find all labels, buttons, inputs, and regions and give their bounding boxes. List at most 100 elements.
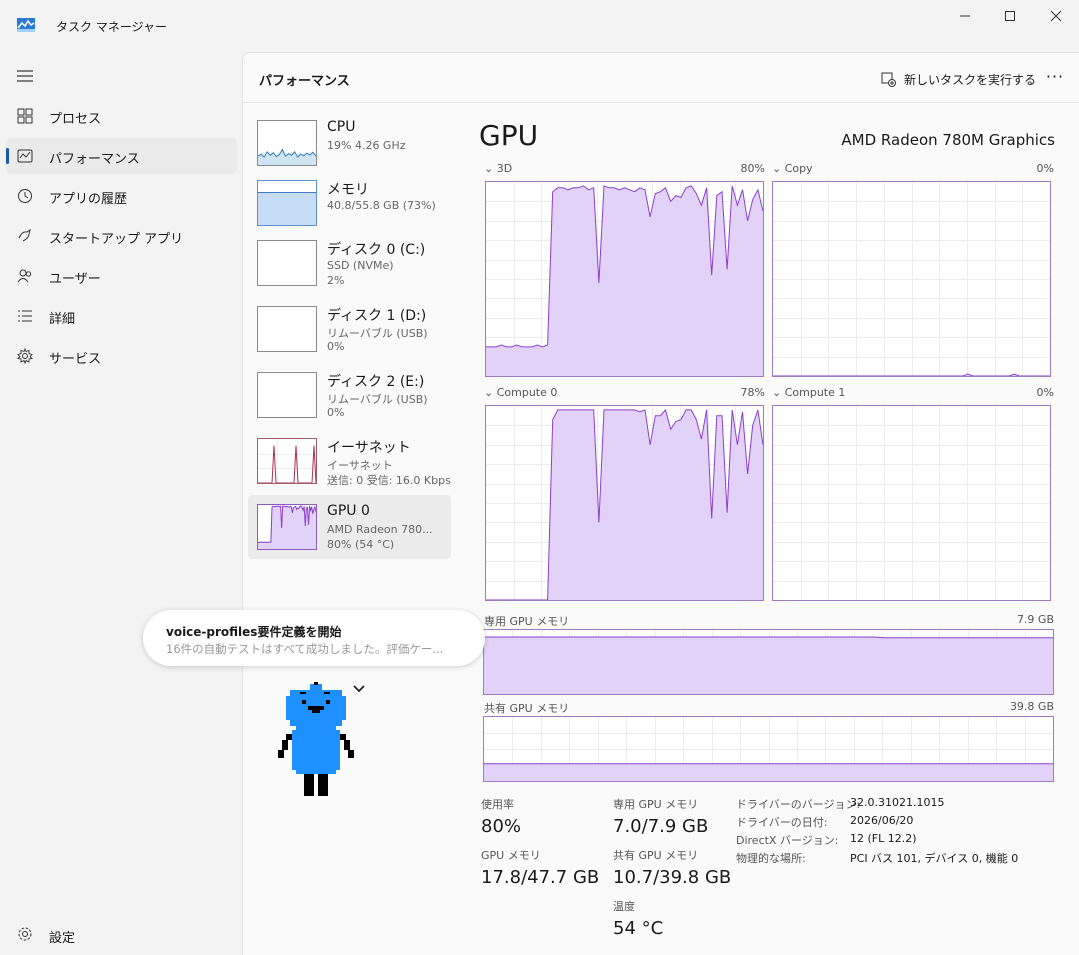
ethernet-thumbnail-graph — [258, 439, 316, 483]
engine-3d-selector[interactable]: ⌄ 3D — [484, 162, 512, 175]
active-indicator — [6, 148, 9, 164]
shared-memory-label: 共有 GPU メモリ — [484, 702, 570, 715]
history-icon — [18, 189, 32, 203]
device-name: CPU — [327, 119, 356, 135]
performance-icon — [17, 149, 33, 163]
gpu-title: GPU — [479, 119, 539, 152]
page-title: パフォーマンス — [259, 74, 350, 89]
ethernet-thumb-area — [258, 446, 316, 483]
chevron-down-icon[interactable] — [352, 684, 366, 694]
device-item-ethernet[interactable]: イーサネット イーサネット 送信: 0 受信: 16.0 Kbps — [248, 429, 451, 493]
maximize-button[interactable] — [987, 4, 1033, 28]
driver-date-value: 2026/06/20 — [850, 814, 914, 827]
main-header: パフォーマンス 新しいタスクを実行する ··· — [243, 53, 1079, 103]
driver-version-label: ドライバーのバージョン: — [736, 798, 861, 811]
engine-compute-1-label: Compute 1 — [784, 386, 846, 399]
notification-body: 16件の自動テストはすべて成功しました。評価ケー... — [166, 642, 444, 656]
engine-compute-1-value: 0% — [1036, 386, 1054, 399]
sidebar-item-label: スタートアップ アプリ — [49, 232, 184, 247]
sidebar-item-app-history[interactable]: アプリの履歴 — [6, 178, 237, 214]
device-name: ディスク 1 (D:) — [327, 308, 427, 324]
gpu-thumbnail-graph — [258, 505, 316, 549]
dedicated-memory-stat-value: 7.0/7.9 GB — [613, 816, 709, 837]
sidebar-item-settings[interactable]: 設定 — [6, 915, 237, 951]
device-detail: リムーバブル (USB) — [327, 393, 428, 406]
engine-compute-0-selector[interactable]: ⌄ Compute 0 — [484, 386, 557, 399]
disk-0-thumbnail — [257, 240, 317, 286]
device-item-disk-0[interactable]: ディスク 0 (C:) SSD (NVMe) 2% — [248, 231, 451, 295]
directx-version-label: DirectX バージョン: — [736, 834, 839, 847]
notification-toast[interactable]: voice-profiles要件定義を開始 16件の自動テストはすべて成功しまし… — [143, 610, 485, 666]
sidebar-item-users[interactable]: ユーザー — [6, 258, 237, 294]
device-detail: イーサネット — [327, 459, 393, 472]
graph-shared-memory — [483, 716, 1054, 782]
list-icon — [18, 310, 32, 322]
device-detail: 送信: 0 受信: 16.0 Kbps — [327, 474, 451, 487]
device-item-gpu-0[interactable]: GPU 0 AMD Radeon 780... 80% (54 °C) — [248, 495, 451, 559]
cpu-thumbnail — [257, 120, 317, 166]
memory-thumbnail-fill — [258, 192, 316, 225]
graph-3d-plot — [486, 182, 763, 376]
gear-icon — [18, 927, 32, 941]
engine-3d-label: 3D — [496, 162, 513, 175]
graph-compute-0 — [485, 405, 764, 601]
ethernet-thumbnail — [257, 438, 317, 484]
gpu-model-name: AMD Radeon 780M Graphics — [841, 131, 1055, 149]
ethernet-thumb-line — [258, 445, 316, 483]
gpu-memory-stat-label: GPU メモリ — [481, 849, 541, 862]
device-detail: 0% — [327, 406, 345, 419]
shared-memory-max: 39.8 GB — [1009, 700, 1054, 713]
graph-compute-1 — [772, 405, 1051, 601]
temperature-label: 温度 — [613, 900, 635, 913]
sidebar-item-label: パフォーマンス — [49, 152, 140, 167]
device-item-disk-1[interactable]: ディスク 1 (D:) リムーバブル (USB) 0% — [248, 297, 451, 361]
device-detail: 40.8/55.8 GB (73%) — [327, 199, 436, 212]
sidebar-item-processes[interactable]: プロセス — [6, 98, 237, 134]
engine-compute-1-selector[interactable]: ⌄ Compute 1 — [772, 386, 845, 399]
series-compute-0-area — [486, 409, 763, 600]
physical-location-label: 物理的な場所: — [736, 852, 806, 865]
graph-dedicated-memory — [483, 629, 1054, 695]
notification-title: voice-profiles要件定義を開始 — [166, 625, 342, 639]
sidebar-item-startup-apps[interactable]: スタートアップ アプリ — [6, 218, 237, 254]
usage-label: 使用率 — [481, 798, 514, 811]
device-item-disk-2[interactable]: ディスク 2 (E:) リムーバブル (USB) 0% — [248, 363, 451, 427]
close-button[interactable] — [1033, 4, 1079, 28]
window-title: タスク マネージャー — [56, 20, 167, 34]
pixel-mascot-character[interactable] — [278, 682, 354, 800]
graph-copy-plot — [773, 182, 1050, 376]
task-manager-app-icon — [17, 18, 35, 32]
disk-2-thumbnail — [257, 372, 317, 418]
sidebar-item-label: サービス — [49, 352, 102, 367]
driver-date-label: ドライバーの日付: — [736, 816, 828, 829]
cpu-thumbnail-graph — [258, 148, 316, 165]
sidebar-item-details[interactable]: 詳細 — [6, 298, 237, 334]
device-item-memory[interactable]: メモリ 40.8/55.8 GB (73%) — [248, 171, 451, 235]
dedicated-memory-max: 7.9 GB — [1016, 613, 1054, 626]
graph-compute-0-plot — [486, 406, 763, 600]
more-options-button[interactable]: ··· — [1043, 67, 1067, 89]
engine-copy-label: Copy — [784, 162, 813, 175]
engine-copy-selector[interactable]: ⌄ Copy — [772, 162, 813, 175]
sidebar-item-label: ユーザー — [49, 272, 101, 287]
sidebar: プロセス パフォーマンス アプリの履歴 スタートアップ アプリ ユーザー 詳細 … — [0, 52, 242, 955]
sidebar-item-services[interactable]: サービス — [6, 338, 237, 374]
hamburger-menu-icon[interactable] — [17, 69, 33, 83]
run-new-task-button[interactable]: 新しいタスクを実行する — [881, 69, 1036, 89]
engine-3d-value: 80% — [740, 162, 765, 175]
device-item-cpu[interactable]: CPU 19% 4.26 GHz — [248, 111, 451, 175]
device-detail: 80% (54 °C) — [327, 538, 395, 551]
device-name: イーサネット — [327, 440, 411, 456]
services-icon — [17, 348, 33, 364]
graph-shared-memory-plot — [484, 717, 1053, 781]
startup-icon — [18, 228, 31, 242]
sidebar-item-label: プロセス — [49, 112, 102, 127]
memory-thumbnail — [257, 180, 317, 226]
graph-3d — [485, 181, 764, 377]
minimize-button[interactable] — [942, 4, 988, 28]
engine-copy-value: 0% — [1036, 162, 1054, 175]
sidebar-item-performance[interactable]: パフォーマンス — [6, 138, 237, 174]
device-name: ディスク 2 (E:) — [327, 374, 425, 390]
gpu-memory-stat-value: 17.8/47.7 GB — [481, 867, 600, 888]
device-detail: 19% 4.26 GHz — [327, 139, 406, 152]
